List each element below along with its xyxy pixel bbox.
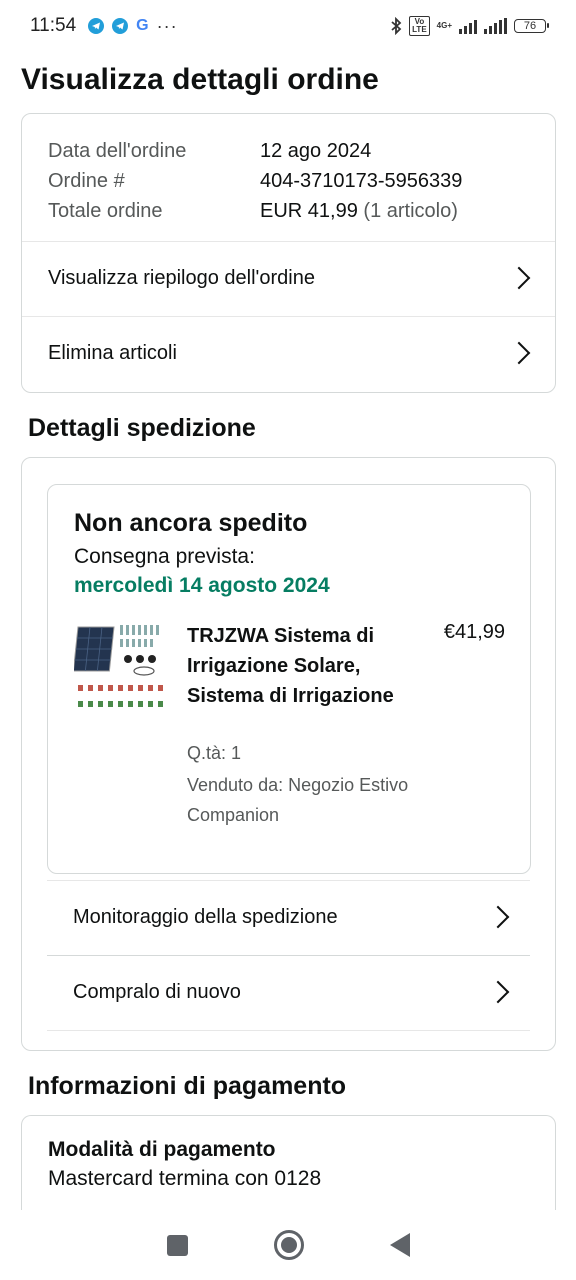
shipment-status: Non ancora spedito [74,509,308,537]
signal-icon [459,18,477,34]
delivery-label: Consegna prevista: [74,545,255,568]
shipping-card: Non ancora spedito Consegna prevista: me… [21,457,556,1051]
delete-items-link[interactable]: Elimina articoli [22,316,555,390]
payment-method-value: Mastercard termina con 0128 [48,1167,322,1190]
view-order-summary-label: Visualizza riepilogo dell'ordine [48,266,315,289]
order-summary-card: Data dell'ordine 12 ago 2024 Ordine # 40… [21,113,556,393]
product-price: €41,99 [443,621,505,643]
volte-icon: Vo LTE [409,16,430,36]
clock: 11:54 [30,15,77,36]
chevron-right-icon [486,905,510,929]
track-shipment-link[interactable]: Monitoraggio della spedizione [47,880,530,954]
more-icon: ··· [156,15,178,36]
buy-again-link[interactable]: Compralo di nuovo [47,955,530,1029]
chevron-right-icon [507,266,531,290]
order-total-label: Totale ordine [48,200,163,222]
order-date-value: 12 ago 2024 [260,140,372,162]
shipment-box: Non ancora spedito Consegna prevista: me… [47,484,531,874]
chevron-right-icon [486,980,510,1004]
back-button[interactable] [389,1233,410,1257]
network-type: 4G+ [436,21,452,30]
order-date-label: Data dell'ordine [48,140,187,162]
page-title: Visualizza dettagli ordine [21,63,379,96]
google-icon: G [136,17,149,34]
navigation-bar [0,1210,576,1280]
bluetooth-icon [391,17,402,35]
telegram-icon [88,18,105,34]
product-title[interactable]: TRJZWA Sistema di Irrigazione Solare, Si… [187,621,407,711]
product-seller: Venduto da: Negozio Estivo Companion [187,775,409,825]
order-total-value: EUR 41,99 [260,200,358,222]
battery-icon: 76 [514,19,549,33]
chevron-right-icon [507,341,531,365]
order-number-value: 404-3710173-5956339 [260,170,463,192]
view-order-summary-link[interactable]: Visualizza riepilogo dell'ordine [22,241,555,315]
telegram-icon [112,18,129,34]
payment-section-title: Informazioni di pagamento [28,1072,347,1100]
delivery-date: mercoledì 14 agosto 2024 [74,574,330,597]
track-shipment-label: Monitoraggio della spedizione [73,905,338,928]
home-button[interactable] [273,1230,304,1260]
signal-icon [484,18,507,34]
status-bar: 11:54 G ··· Vo LTE 4G+ 76 [0,0,576,52]
recents-button[interactable] [166,1234,188,1256]
product-quantity: Q.tà: 1 [187,743,242,763]
payment-method-label: Modalità di pagamento [48,1138,276,1161]
order-item-count: (1 articolo) [363,200,458,222]
shipping-section-title: Dettagli spedizione [28,414,256,442]
delete-items-label: Elimina articoli [48,341,177,364]
order-number-label: Ordine # [48,170,125,192]
buy-again-label: Compralo di nuovo [73,980,241,1003]
product-image[interactable] [74,621,166,713]
